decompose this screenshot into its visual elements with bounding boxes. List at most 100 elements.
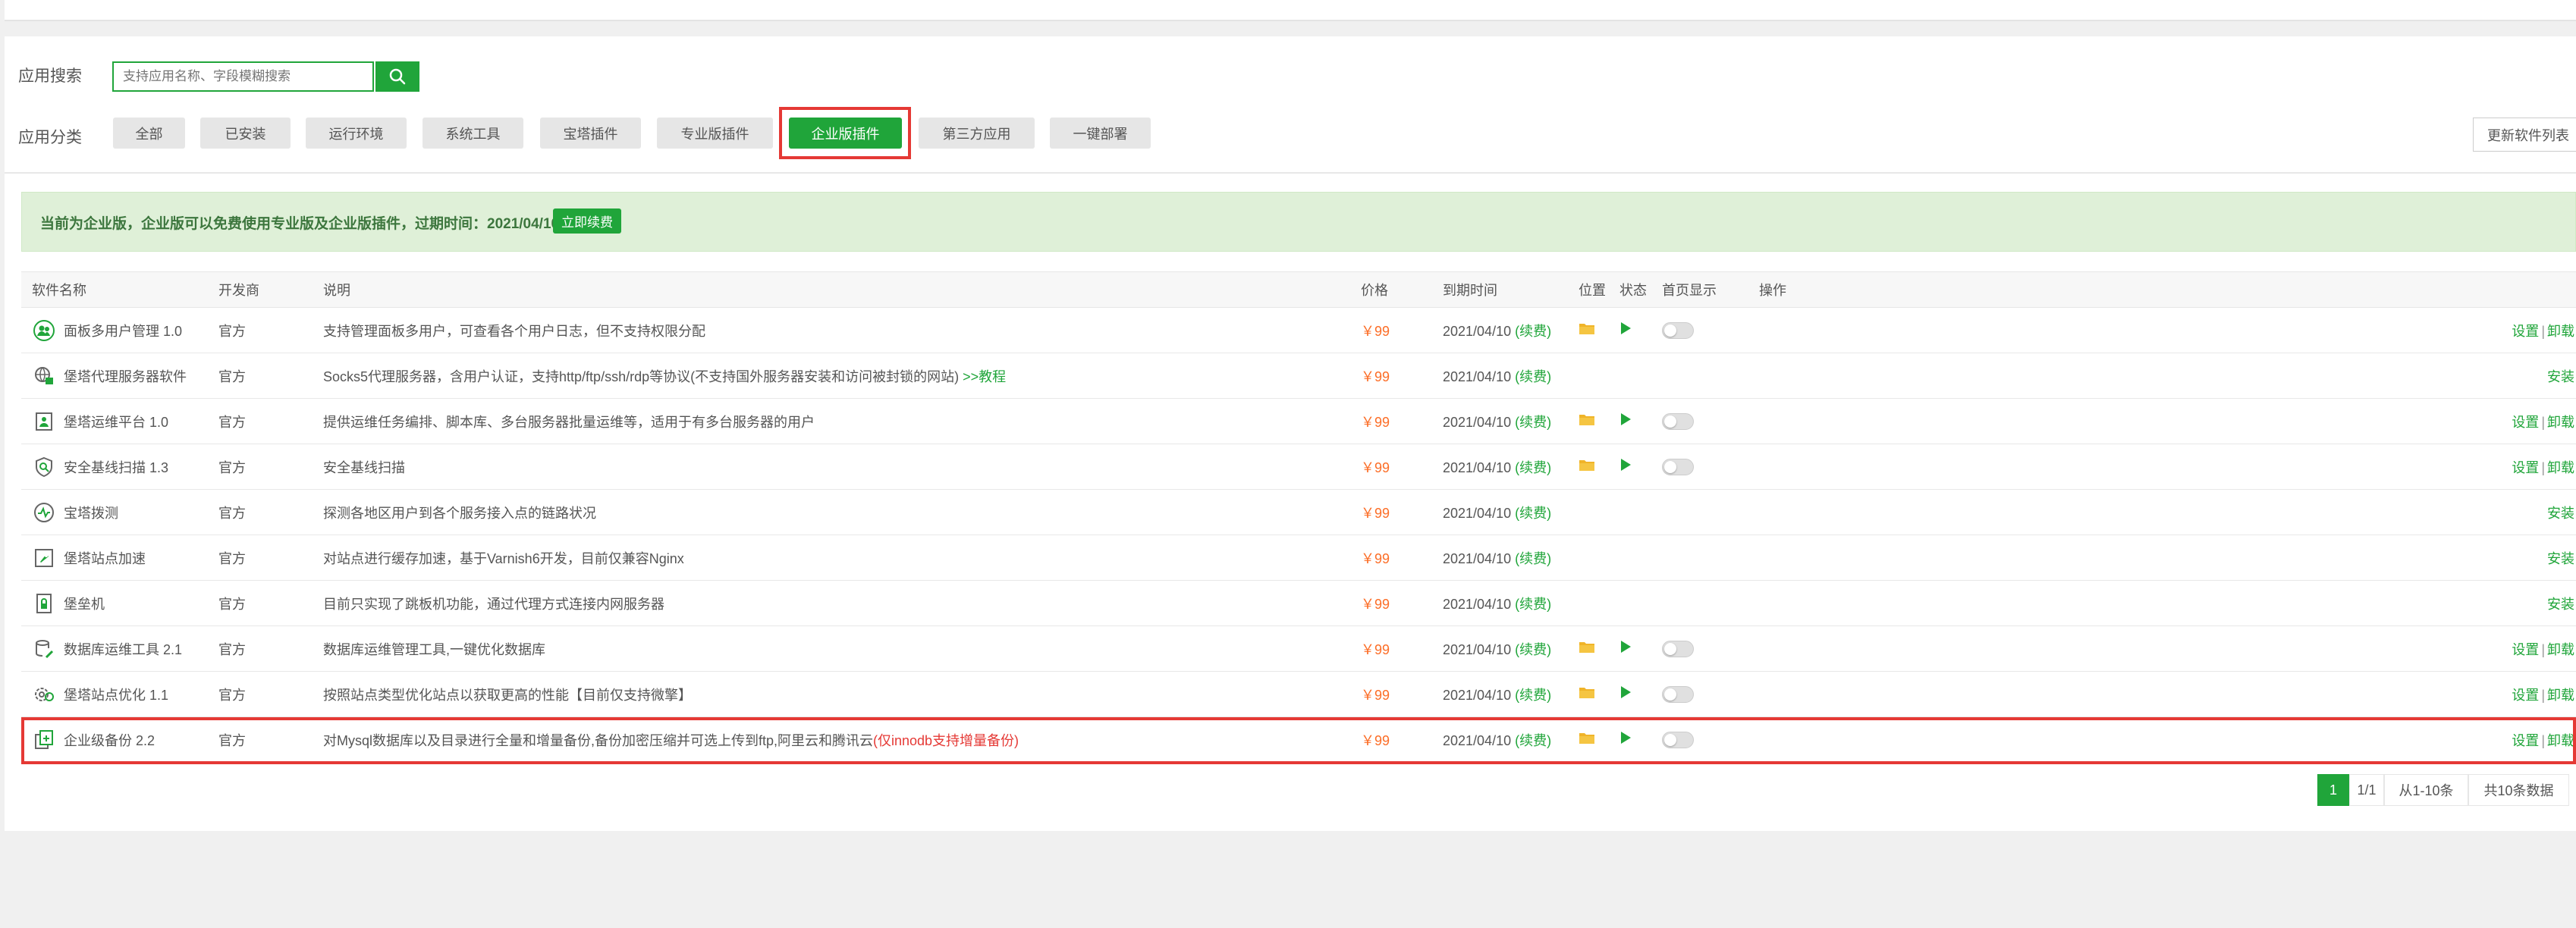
category-one-click-deploy[interactable]: 一键部署 — [1050, 118, 1151, 149]
settings-link[interactable]: 设置 — [2512, 324, 2539, 339]
row-ops-cell: 安装 — [1748, 489, 2576, 535]
uninstall-link[interactable]: 卸载 — [2547, 688, 2574, 703]
header-position: 位置 — [1568, 271, 1609, 308]
home-display-toggle[interactable] — [1662, 321, 1694, 339]
search-button[interactable] — [375, 61, 419, 92]
row-name-cell: 面板多用户管理 1.0 — [21, 307, 208, 353]
search-field[interactable] — [112, 61, 374, 92]
row-name-cell: 数据库运维工具 2.1 — [21, 625, 208, 672]
table-row: 堡塔运维平台 1.0 官方 提供运维任务编排、脚本库、多台服务器批量运维等，适用… — [21, 398, 2576, 444]
install-link[interactable]: 安装 — [2547, 506, 2574, 521]
row-highlight-box — [21, 717, 2576, 764]
folder-icon[interactable] — [1579, 458, 1595, 472]
row-home-cell — [1651, 580, 1748, 626]
play-icon[interactable] — [1619, 321, 1632, 335]
home-display-toggle[interactable] — [1662, 685, 1694, 703]
row-expire-cell: 2021/04/10 (续费) — [1432, 307, 1568, 353]
row-desc: 目前只实现了跳板机功能，通过代理方式连接内网服务器 — [323, 596, 664, 612]
category-system-tools[interactable]: 系统工具 — [423, 118, 523, 149]
renew-link[interactable]: (续费) — [1515, 506, 1551, 521]
row-ops-cell: 设置 | 卸载 — [1748, 398, 2576, 444]
header-name[interactable]: 软件名称 — [21, 271, 208, 308]
row-name: 堡塔站点加速 — [64, 550, 146, 566]
uninstall-link[interactable]: 卸载 — [2547, 324, 2574, 339]
header-price[interactable]: 价格 — [1350, 271, 1432, 308]
table-row: 堡垒机 官方 目前只实现了跳板机功能，通过代理方式连接内网服务器 ￥99 202… — [21, 580, 2576, 626]
row-desc-cell: 支持管理面板多用户，可查看各个用户日志，但不支持权限分配 — [313, 307, 1350, 353]
row-status-cell — [1609, 535, 1651, 581]
uninstall-link[interactable]: 卸载 — [2547, 460, 2574, 475]
row-desc: 按照站点类型优化站点以获取更高的性能【目前仅支持微擎】 — [323, 687, 692, 703]
category-third-party[interactable]: 第三方应用 — [919, 118, 1035, 149]
renew-link[interactable]: (续费) — [1515, 642, 1551, 657]
renew-link[interactable]: (续费) — [1515, 324, 1551, 339]
row-desc: 提供运维任务编排、脚本库、多台服务器批量运维等，适用于有多台服务器的用户 — [323, 414, 815, 430]
row-expire: 2021/04/10 — [1443, 641, 1512, 657]
row-position-cell — [1568, 625, 1609, 672]
row-name: 面板多用户管理 1.0 — [64, 323, 183, 339]
page-current[interactable]: 1 — [2317, 774, 2349, 806]
row-name-cell: 堡塔运维平台 1.0 — [21, 398, 208, 444]
category-runtime[interactable]: 运行环境 — [306, 118, 407, 149]
enterprise-notice: 当前为企业版，企业版可以免费使用专业版及企业版插件，过期时间：2021/04/1… — [21, 192, 2576, 252]
ops-platform-icon — [32, 409, 56, 434]
play-icon[interactable] — [1619, 458, 1632, 472]
row-expire-cell: 2021/04/10 (续费) — [1432, 489, 1568, 535]
category-pro-plugins[interactable]: 专业版插件 — [657, 118, 773, 149]
header-ops: 操作 — [1748, 271, 2576, 308]
row-expire-cell: 2021/04/10 (续费) — [1432, 580, 1568, 626]
renew-link[interactable]: (续费) — [1515, 369, 1551, 384]
play-icon[interactable] — [1619, 412, 1632, 426]
folder-icon[interactable] — [1579, 412, 1595, 426]
row-status-cell — [1609, 671, 1651, 717]
home-display-toggle[interactable] — [1662, 640, 1694, 657]
settings-link[interactable]: 设置 — [2512, 460, 2539, 475]
header-expire[interactable]: 到期时间 — [1432, 271, 1568, 308]
row-vendor: 官方 — [208, 489, 313, 535]
folder-icon[interactable] — [1579, 685, 1595, 699]
database-tool-icon — [32, 637, 56, 661]
uninstall-link[interactable]: 卸载 — [2547, 415, 2574, 430]
table-header-row: 软件名称 开发商 说明 价格 到期时间 位置 状态 首页显示 操作 — [21, 271, 2576, 308]
row-home-cell — [1651, 625, 1748, 672]
row-status-cell — [1609, 444, 1651, 490]
uninstall-link[interactable]: 卸载 — [2547, 642, 2574, 657]
header-desc: 说明 — [313, 271, 1350, 308]
folder-icon[interactable] — [1579, 640, 1595, 654]
row-price: ￥99 — [1350, 671, 1432, 717]
install-link[interactable]: 安装 — [2547, 597, 2574, 612]
settings-link[interactable]: 设置 — [2512, 688, 2539, 703]
renew-link[interactable]: (续费) — [1515, 597, 1551, 612]
row-name-cell: 堡塔站点优化 1.1 — [21, 671, 208, 717]
home-display-toggle[interactable] — [1662, 412, 1694, 430]
renew-now-button[interactable]: 立即续费 — [553, 208, 621, 234]
row-ops-cell: 设置 | 卸载 — [1748, 671, 2576, 717]
tutorial-link[interactable]: >>教程 — [963, 369, 1006, 384]
search-input[interactable] — [114, 63, 372, 90]
settings-link[interactable]: 设置 — [2512, 415, 2539, 430]
renew-link[interactable]: (续费) — [1515, 551, 1551, 566]
category-all[interactable]: 全部 — [113, 118, 185, 149]
row-name-cell: 堡塔站点加速 — [21, 535, 208, 581]
row-vendor: 官方 — [208, 353, 313, 399]
row-vendor: 官方 — [208, 444, 313, 490]
row-home-cell — [1651, 489, 1748, 535]
settings-link[interactable]: 设置 — [2512, 642, 2539, 657]
renew-link[interactable]: (续费) — [1515, 460, 1551, 475]
table-row: 堡塔站点加速 官方 对站点进行缓存加速，基于Varnish6开发，目前仅兼容Ng… — [21, 535, 2576, 581]
row-home-cell — [1651, 671, 1748, 717]
row-ops-cell: 设置 | 卸载 — [1748, 307, 2576, 353]
folder-icon[interactable] — [1579, 321, 1595, 335]
category-bt-plugins[interactable]: 宝塔插件 — [540, 118, 641, 149]
renew-link[interactable]: (续费) — [1515, 415, 1551, 430]
update-software-list-button[interactable]: 更新软件列表 — [2473, 118, 2576, 152]
category-installed[interactable]: 已安装 — [200, 118, 291, 149]
install-link[interactable]: 安装 — [2547, 551, 2574, 566]
home-display-toggle[interactable] — [1662, 458, 1694, 475]
play-icon[interactable] — [1619, 640, 1632, 654]
row-price: ￥99 — [1350, 353, 1432, 399]
play-icon[interactable] — [1619, 685, 1632, 699]
row-vendor: 官方 — [208, 535, 313, 581]
renew-link[interactable]: (续费) — [1515, 688, 1551, 703]
install-link[interactable]: 安装 — [2547, 369, 2574, 384]
